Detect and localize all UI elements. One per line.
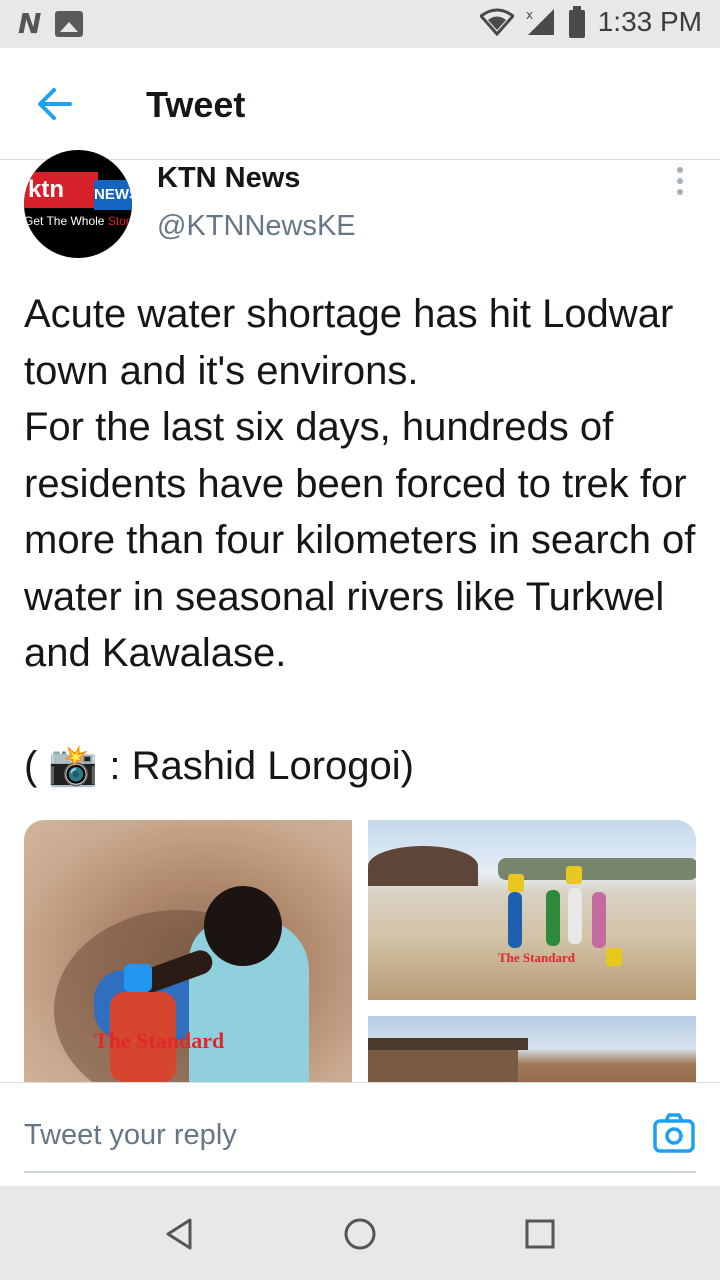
n-notification-icon: N bbox=[18, 7, 42, 40]
nav-recents-button[interactable] bbox=[518, 1212, 562, 1256]
photo-watermark: The Standard bbox=[498, 950, 575, 965]
page-title: Tweet bbox=[146, 84, 246, 125]
photo-detail bbox=[498, 858, 696, 880]
photo-detail bbox=[592, 892, 606, 948]
photo-detail bbox=[546, 890, 560, 946]
photo-detail bbox=[368, 1046, 518, 1082]
author-handle[interactable]: @KTNNewsKE bbox=[157, 210, 356, 243]
system-nav-bar bbox=[0, 1186, 720, 1280]
wifi-icon bbox=[479, 8, 514, 36]
reply-input[interactable]: Tweet your reply bbox=[24, 1097, 696, 1173]
photo-detail bbox=[568, 888, 582, 944]
tweet-media-grid: The Standard The Standard bbox=[24, 820, 696, 1082]
more-dot-icon bbox=[677, 178, 683, 184]
avatar-slogan-accent: Story bbox=[107, 214, 132, 228]
tweet-text: Acute water shortage has hit Lodwar town… bbox=[24, 292, 696, 788]
avatar-slogan-text: Get The Whole bbox=[24, 214, 108, 228]
image-notification-icon bbox=[55, 11, 84, 37]
avatar[interactable]: ktn NEWS Get The Whole Story bbox=[24, 150, 132, 258]
photo-detail bbox=[204, 886, 282, 966]
status-time: 1:33 PM bbox=[597, 6, 702, 37]
more-dot-icon bbox=[677, 167, 683, 173]
status-bar-system: x 1:33 PM bbox=[479, 6, 702, 38]
photo-detail bbox=[606, 948, 622, 966]
arrow-left-icon bbox=[38, 88, 72, 120]
back-triangle-icon bbox=[166, 1218, 192, 1250]
reply-placeholder: Tweet your reply bbox=[24, 1119, 237, 1151]
nav-back-button[interactable] bbox=[158, 1212, 202, 1256]
avatar-slogan: Get The Whole Story bbox=[24, 214, 132, 236]
recents-square-icon bbox=[525, 1219, 555, 1249]
photo-detail bbox=[566, 866, 582, 884]
nav-home-button[interactable] bbox=[338, 1212, 382, 1256]
camera-icon bbox=[653, 1113, 695, 1153]
photo-detail bbox=[124, 964, 152, 992]
more-dot-icon bbox=[677, 189, 683, 195]
photo-watermark: The Standard bbox=[94, 1028, 225, 1053]
status-bar: N x 1:33 PM bbox=[0, 0, 720, 48]
more-options-button[interactable] bbox=[666, 164, 694, 200]
signal-icon: x bbox=[526, 8, 554, 35]
photo-detail bbox=[368, 846, 478, 886]
author-name[interactable]: KTN News bbox=[157, 162, 300, 195]
photo-detail bbox=[368, 1038, 528, 1050]
avatar-logo-badge: NEWS bbox=[94, 180, 132, 210]
home-circle-icon bbox=[344, 1218, 376, 1250]
app-header: Tweet bbox=[0, 48, 720, 160]
reply-bar: Tweet your reply bbox=[0, 1082, 720, 1186]
camera-button[interactable] bbox=[652, 1111, 696, 1155]
tweet-photo-2[interactable]: The Standard bbox=[368, 820, 696, 1000]
tweet-photo-3[interactable] bbox=[368, 1016, 696, 1082]
battery-icon bbox=[568, 6, 585, 38]
photo-detail bbox=[508, 892, 522, 948]
tweet-photo-1[interactable]: The Standard bbox=[24, 820, 352, 1082]
back-button[interactable] bbox=[32, 82, 80, 126]
svg-text:x: x bbox=[526, 8, 533, 22]
avatar-logo-text: ktn bbox=[24, 172, 98, 208]
status-bar-notifications: N bbox=[18, 7, 84, 40]
photo-detail bbox=[508, 874, 524, 892]
